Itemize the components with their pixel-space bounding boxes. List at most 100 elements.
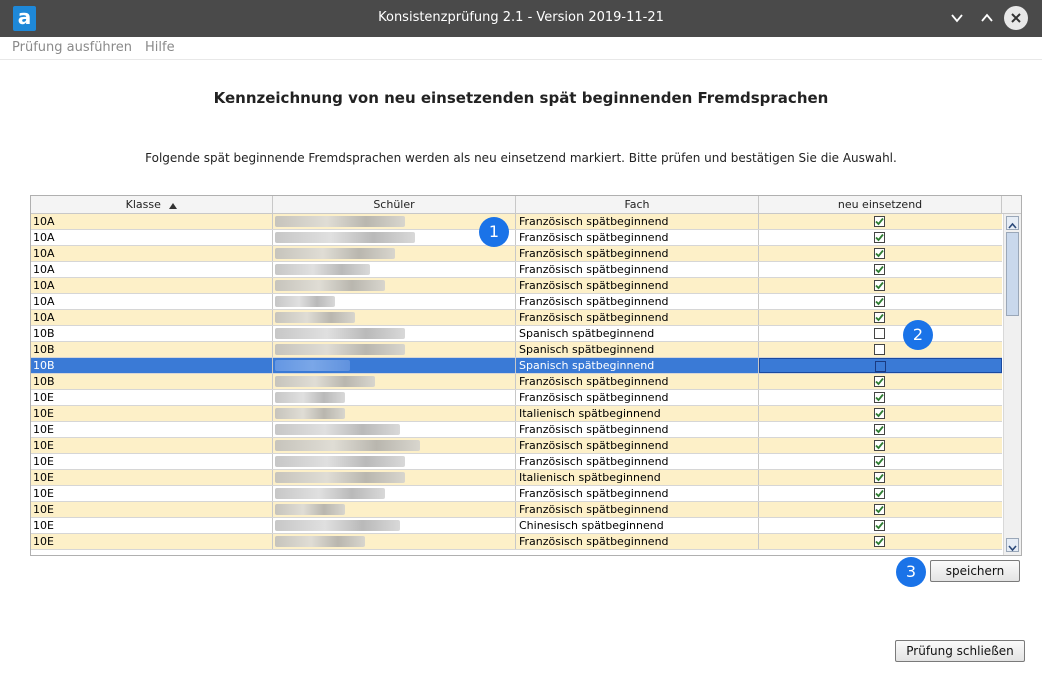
neu-einsetzend-checkbox[interactable] xyxy=(874,264,885,275)
cell-schueler-redacted xyxy=(273,518,516,533)
scroll-up-icon[interactable] xyxy=(1006,216,1019,230)
cell-klasse: 10B xyxy=(31,374,273,389)
redacted-name xyxy=(275,424,400,435)
table-row[interactable]: 10A Französisch spätbeginnend xyxy=(31,230,1002,246)
vertical-scrollbar[interactable] xyxy=(1003,214,1021,555)
column-header-fach[interactable]: Fach xyxy=(516,196,759,213)
cell-schueler-redacted xyxy=(273,326,516,341)
table-row[interactable]: 10E Französisch spätbeginnend xyxy=(31,534,1002,550)
redacted-name xyxy=(275,248,395,259)
redacted-name xyxy=(275,504,345,515)
scroll-down-icon[interactable] xyxy=(1006,538,1019,552)
table-row[interactable]: 10A Französisch spätbeginnend xyxy=(31,294,1002,310)
neu-einsetzend-checkbox[interactable] xyxy=(874,504,885,515)
cell-fach: Italienisch spätbeginnend xyxy=(516,470,759,485)
neu-einsetzend-checkbox[interactable] xyxy=(874,424,885,435)
cell-fach: Französisch spätbeginnend xyxy=(516,246,759,261)
table-row[interactable]: 10A Französisch spätbeginnend xyxy=(31,310,1002,326)
cell-neu-einsetzend xyxy=(759,502,1002,517)
neu-einsetzend-checkbox[interactable] xyxy=(874,280,885,291)
close-check-button[interactable]: Prüfung schließen xyxy=(895,640,1025,662)
window-title: Konsistenzprüfung 2.1 - Version 2019-11-… xyxy=(378,10,664,25)
maximize-icon[interactable] xyxy=(974,5,1000,31)
neu-einsetzend-checkbox[interactable] xyxy=(874,232,885,243)
cell-klasse: 10A xyxy=(31,278,273,293)
redacted-name xyxy=(275,440,420,451)
cell-fach: Französisch spätbeginnend xyxy=(516,534,759,549)
table-row[interactable]: 10A Französisch spätbeginnend xyxy=(31,246,1002,262)
neu-einsetzend-checkbox[interactable] xyxy=(874,408,885,419)
neu-einsetzend-checkbox[interactable] xyxy=(874,376,885,387)
cell-fach: Französisch spätbeginnend xyxy=(516,438,759,453)
neu-einsetzend-checkbox[interactable] xyxy=(874,296,885,307)
menu-item-pruefung-ausfuehren[interactable]: Prüfung ausführen xyxy=(12,40,132,55)
table-row[interactable]: 10E Französisch spätbeginnend xyxy=(31,438,1002,454)
table-row[interactable]: 10E Chinesisch spätbeginnend xyxy=(31,518,1002,534)
table-row[interactable]: 10E Französisch spätbeginnend xyxy=(31,486,1002,502)
column-header-schueler[interactable]: Schüler xyxy=(273,196,516,213)
neu-einsetzend-checkbox[interactable] xyxy=(874,520,885,531)
neu-einsetzend-checkbox[interactable] xyxy=(874,248,885,259)
redacted-name xyxy=(275,328,405,339)
column-header-klasse[interactable]: Klasse xyxy=(31,196,273,213)
table-row[interactable]: 10E Italienisch spätbeginnend xyxy=(31,470,1002,486)
cell-schueler-redacted xyxy=(273,438,516,453)
cell-klasse: 10A xyxy=(31,262,273,277)
redacted-name xyxy=(275,232,415,243)
menu-bar: Prüfung ausführen Hilfe xyxy=(0,37,1042,60)
table-row[interactable]: 10E Französisch spätbeginnend xyxy=(31,502,1002,518)
table-row[interactable]: 10E Italienisch spätbeginnend xyxy=(31,406,1002,422)
cell-klasse: 10E xyxy=(31,486,273,501)
cell-schueler-redacted xyxy=(273,454,516,469)
table-row[interactable]: 10B Spanisch spätbeginnend xyxy=(31,342,1002,358)
column-header-neu-einsetzend[interactable]: neu einsetzend xyxy=(759,196,1002,213)
table-row[interactable]: 10B Französisch spätbeginnend xyxy=(31,374,1002,390)
table-row[interactable]: 10A Französisch spätbeginnend xyxy=(31,214,1002,230)
cell-schueler-redacted xyxy=(273,470,516,485)
cell-fach: Französisch spätbeginnend xyxy=(516,310,759,325)
neu-einsetzend-checkbox[interactable] xyxy=(874,392,885,403)
cell-schueler-redacted xyxy=(273,358,516,373)
scrollbar-thumb[interactable] xyxy=(1006,232,1019,316)
cell-neu-einsetzend xyxy=(759,326,1002,341)
table-row[interactable]: 10E Französisch spätbeginnend xyxy=(31,454,1002,470)
cell-klasse: 10E xyxy=(31,422,273,437)
neu-einsetzend-checkbox[interactable] xyxy=(874,312,885,323)
cell-neu-einsetzend xyxy=(759,262,1002,277)
redacted-name xyxy=(275,344,405,355)
cell-fach: Französisch spätbeginnend xyxy=(516,390,759,405)
cell-klasse: 10A xyxy=(31,294,273,309)
neu-einsetzend-checkbox[interactable] xyxy=(874,216,885,227)
table-row[interactable]: 10B Spanisch spätbeginnend xyxy=(31,358,1002,374)
cell-fach: Französisch spätbeginnend xyxy=(516,278,759,293)
cell-neu-einsetzend xyxy=(759,422,1002,437)
cell-fach: Französisch spätbeginnend xyxy=(516,422,759,437)
instruction-text: Folgende spät beginnende Fremdsprachen w… xyxy=(145,151,897,165)
save-button[interactable]: speichern xyxy=(930,560,1020,582)
table-row[interactable]: 10E Französisch spätbeginnend xyxy=(31,422,1002,438)
cell-schueler-redacted xyxy=(273,422,516,437)
table-row[interactable]: 10A Französisch spätbeginnend xyxy=(31,278,1002,294)
cell-schueler-redacted xyxy=(273,406,516,421)
cell-fach: Spanisch spätbeginnend xyxy=(516,358,759,373)
cell-neu-einsetzend xyxy=(759,310,1002,325)
cell-fach: Französisch spätbeginnend xyxy=(516,454,759,469)
neu-einsetzend-checkbox[interactable] xyxy=(874,328,885,339)
table-row[interactable]: 10B Spanisch spätbeginnend xyxy=(31,326,1002,342)
table-row[interactable]: 10E Französisch spätbeginnend xyxy=(31,390,1002,406)
redacted-name xyxy=(275,472,405,483)
cell-klasse: 10A xyxy=(31,310,273,325)
close-icon[interactable] xyxy=(1004,6,1028,30)
neu-einsetzend-checkbox[interactable] xyxy=(874,456,885,467)
minimize-icon[interactable] xyxy=(944,5,970,31)
menu-item-hilfe[interactable]: Hilfe xyxy=(145,40,175,55)
redacted-name xyxy=(275,536,365,547)
table-row[interactable]: 10A Französisch spätbeginnend xyxy=(31,262,1002,278)
neu-einsetzend-checkbox[interactable] xyxy=(875,361,886,372)
neu-einsetzend-checkbox[interactable] xyxy=(874,472,885,483)
neu-einsetzend-checkbox[interactable] xyxy=(874,344,885,355)
neu-einsetzend-checkbox[interactable] xyxy=(874,488,885,499)
neu-einsetzend-checkbox[interactable] xyxy=(874,440,885,451)
neu-einsetzend-checkbox[interactable] xyxy=(874,536,885,547)
cell-schueler-redacted xyxy=(273,374,516,389)
